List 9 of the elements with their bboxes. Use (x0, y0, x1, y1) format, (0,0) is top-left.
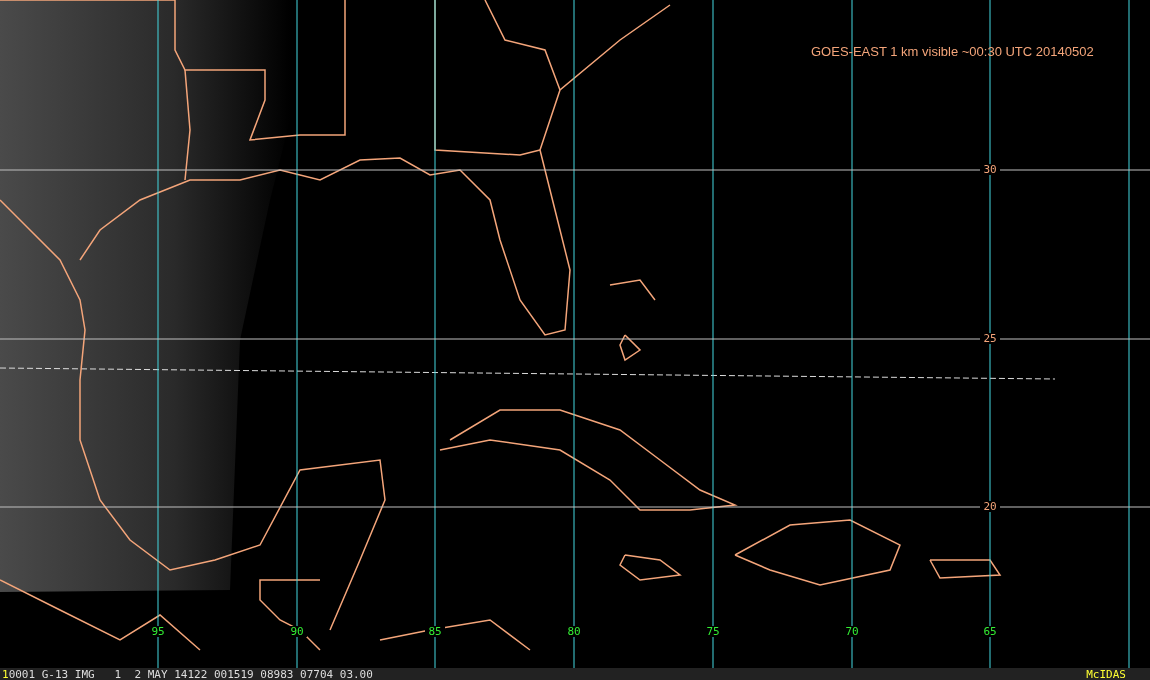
longitude-label: 85 (425, 626, 445, 637)
frame-number: 1 (2, 668, 9, 680)
latitude-label: 25 (980, 333, 1000, 344)
brand-label: McIDAS (1086, 668, 1126, 680)
latitude-label: 30 (980, 164, 1000, 175)
image-info: 0001 G-13 IMG 1 2 MAY 14122 001519 08983 07704 03.00 (8, 668, 373, 680)
longitude-label: 90 (287, 626, 307, 637)
latitude-label: 20 (980, 501, 1000, 512)
image-title: GOES-EAST 1 km visible ~00:30 UTC 20140502 (811, 43, 1094, 61)
